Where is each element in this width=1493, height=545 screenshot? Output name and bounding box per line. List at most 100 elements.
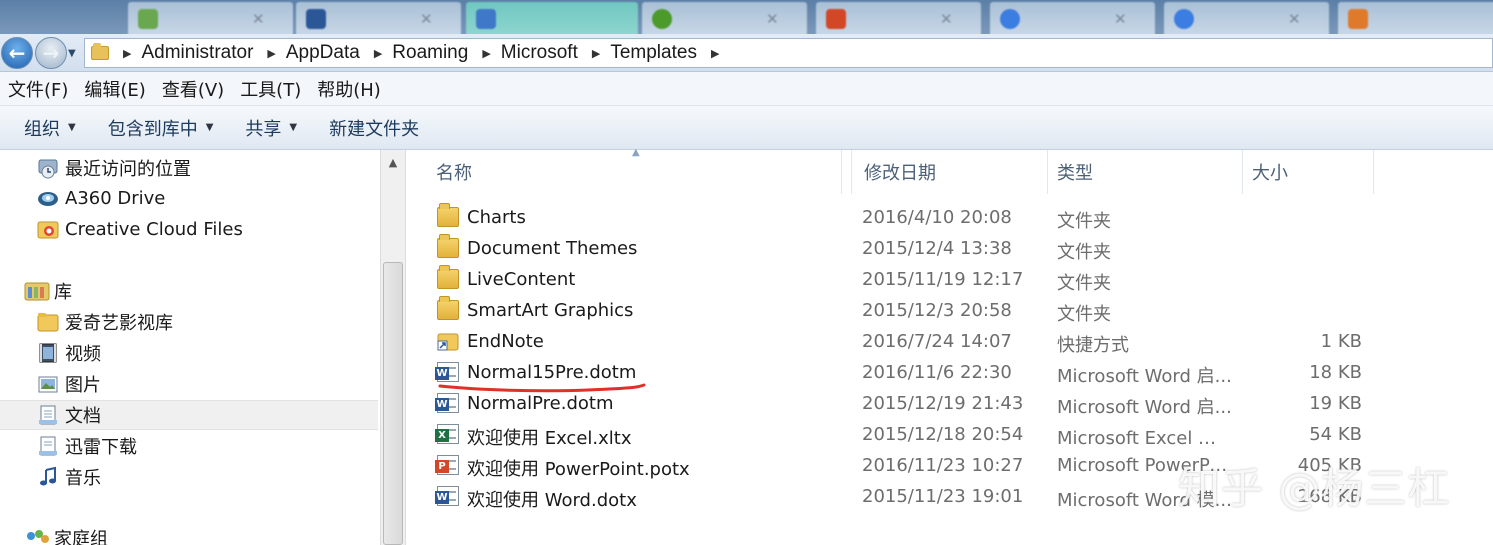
menu-tools[interactable]: 工具(T) [240, 76, 301, 102]
include-in-library-button[interactable]: 包含到库中 ▼ [96, 115, 226, 141]
file-row[interactable]: LiveContent 2015/11/19 12:17 文件夹 [407, 264, 1493, 295]
nav-item-label: 音乐 [65, 468, 101, 489]
share-button[interactable]: 共享 ▼ [233, 115, 309, 141]
video-library-icon [39, 343, 57, 363]
nav-item-creative-cloud[interactable]: Creative Cloud Files [0, 214, 378, 244]
history-dropdown-icon[interactable]: ▼ [68, 48, 76, 59]
taskbar-tab[interactable] [1338, 2, 1493, 36]
file-date: 2016/7/24 14:07 [862, 331, 1012, 352]
folder-icon [437, 265, 459, 289]
nav-item-a360-drive[interactable]: A360 Drive [0, 183, 378, 213]
taskbar-tab[interactable]: ✕ [128, 2, 293, 36]
breadcrumb-item[interactable]: Templates [610, 42, 697, 64]
column-header-date-modified[interactable]: 修改日期 [841, 150, 1048, 194]
nav-item-label: A360 Drive [65, 187, 166, 209]
breadcrumb-separator-icon[interactable]: ▶ [482, 47, 490, 60]
nav-item-xunlei-downloads[interactable]: 迅雷下载 [0, 431, 378, 461]
nav-item-documents[interactable]: 文档 [0, 400, 378, 430]
document-lines [449, 398, 456, 408]
column-header-name[interactable]: 名称 [414, 150, 852, 194]
nav-item-music[interactable]: 音乐 [0, 462, 378, 492]
scrollbar-thumb[interactable] [383, 262, 403, 545]
file-type: Microsoft Word 启... [1057, 366, 1232, 387]
close-icon[interactable]: ✕ [420, 10, 433, 28]
breadcrumb-item[interactable]: Administrator [141, 42, 253, 64]
file-row[interactable]: SmartArt Graphics 2015/12/3 20:58 文件夹 [407, 295, 1493, 326]
file-row[interactable]: Charts 2016/4/10 20:08 文件夹 [407, 202, 1493, 233]
file-date: 2016/4/10 20:08 [862, 207, 1012, 228]
nav-item-pictures[interactable]: 图片 [0, 369, 378, 399]
folder-icon [437, 234, 459, 258]
documents-library-icon [39, 405, 57, 425]
nav-item-libraries[interactable]: 库 [0, 276, 378, 306]
nav-item-iqiyi-library[interactable]: 爱奇艺影视库 [0, 307, 378, 337]
file-row[interactable]: W Normal15Pre.dotm 2016/11/6 22:30 Micro… [407, 357, 1493, 388]
libraries-icon [24, 282, 50, 301]
file-date: 2015/11/19 12:17 [862, 269, 1024, 290]
breadcrumb[interactable]: ▶ Administrator ▶ AppData ▶ Roaming ▶ Mi… [84, 38, 1493, 68]
taskbar-tab[interactable]: ✕ [1164, 2, 1329, 36]
breadcrumb-separator-icon[interactable]: ▶ [592, 47, 600, 60]
nav-pane-scrollbar[interactable]: ▲ [380, 150, 406, 545]
file-row[interactable]: Document Themes 2015/12/4 13:38 文件夹 [407, 233, 1493, 264]
file-date: 2016/11/6 22:30 [862, 362, 1012, 383]
file-size: 19 KB [1309, 393, 1362, 414]
menu-file[interactable]: 文件(F) [8, 76, 68, 102]
folder-icon [37, 313, 59, 332]
scroll-up-icon[interactable]: ▲ [381, 150, 405, 174]
taskbar-tab[interactable]: ✕ [296, 2, 461, 36]
column-header-label: 修改日期 [864, 163, 936, 184]
file-row[interactable]: X 欢迎使用 Excel.xltx 2015/12/18 20:54 Micro… [407, 419, 1493, 450]
taskbar-tab[interactable] [466, 2, 638, 36]
nav-item-videos[interactable]: 视频 [0, 338, 378, 368]
forward-button[interactable]: → [35, 37, 67, 69]
column-header-type[interactable]: 类型 [1035, 150, 1243, 194]
breadcrumb-item[interactable]: Microsoft [501, 42, 578, 64]
word-template-icon: W [435, 486, 459, 506]
menu-view[interactable]: 查看(V) [162, 76, 224, 102]
nav-item-recent-places[interactable]: 最近访问的位置 [0, 153, 378, 183]
breadcrumb-separator-icon[interactable]: ▶ [711, 47, 719, 60]
close-icon[interactable]: ✕ [1114, 10, 1127, 28]
menu-help[interactable]: 帮助(H) [317, 76, 381, 102]
column-header-size[interactable]: 大小 [1230, 150, 1374, 194]
taskbar-tab-strip: ✕ ✕ ✕ ✕ ✕ ✕ [0, 0, 1493, 38]
include-in-library-label: 包含到库中 [107, 118, 198, 140]
back-button[interactable]: ← [1, 37, 33, 69]
breadcrumb-separator-icon[interactable]: ▶ [123, 47, 131, 60]
taskbar-tab[interactable]: ✕ [990, 2, 1155, 36]
file-type: Microsoft Word 启... [1057, 397, 1232, 418]
taskbar-tab[interactable]: ✕ [642, 2, 807, 36]
folder-icon [437, 296, 459, 320]
close-icon[interactable]: ✕ [766, 10, 779, 28]
file-type: 文件夹 [1057, 273, 1111, 294]
folder-icon [91, 43, 109, 60]
breadcrumb-item[interactable]: AppData [286, 42, 360, 64]
word-badge: W [435, 367, 449, 380]
taskbar-tab[interactable]: ✕ [816, 2, 981, 36]
nav-item-label: 爱奇艺影视库 [65, 313, 173, 334]
word-template-icon: W [435, 362, 459, 382]
a360-drive-icon [38, 192, 58, 206]
file-type: Microsoft Excel 模板 [1057, 428, 1232, 449]
menu-edit[interactable]: 编辑(E) [84, 76, 145, 102]
word-badge: W [435, 491, 449, 504]
organize-button[interactable]: 组织 ▼ [12, 115, 88, 141]
chevron-down-icon: ▼ [289, 122, 298, 133]
file-row[interactable]: W NormalPre.dotm 2015/12/19 21:43 Micros… [407, 388, 1493, 419]
breadcrumb-separator-icon[interactable]: ▶ [267, 47, 275, 60]
breadcrumb-item[interactable]: Roaming [392, 42, 468, 64]
arrow-left-icon: ← [8, 41, 26, 65]
column-header-row: ▲ 名称 修改日期 类型 大小 [407, 147, 1493, 194]
file-row[interactable]: EndNote 2016/7/24 14:07 快捷方式 1 KB [407, 326, 1493, 357]
close-icon[interactable]: ✕ [252, 10, 265, 28]
close-icon[interactable]: ✕ [1288, 10, 1301, 28]
download-library-icon [39, 436, 57, 456]
nav-item-homegroup[interactable]: 家庭组 [0, 523, 378, 545]
app-icon [826, 9, 846, 29]
breadcrumb-separator-icon[interactable]: ▶ [374, 47, 382, 60]
file-name: SmartArt Graphics [467, 300, 634, 321]
new-folder-button[interactable]: 新建文件夹 [317, 115, 431, 141]
close-icon[interactable]: ✕ [940, 10, 953, 28]
nav-item-label: 文档 [65, 406, 101, 427]
